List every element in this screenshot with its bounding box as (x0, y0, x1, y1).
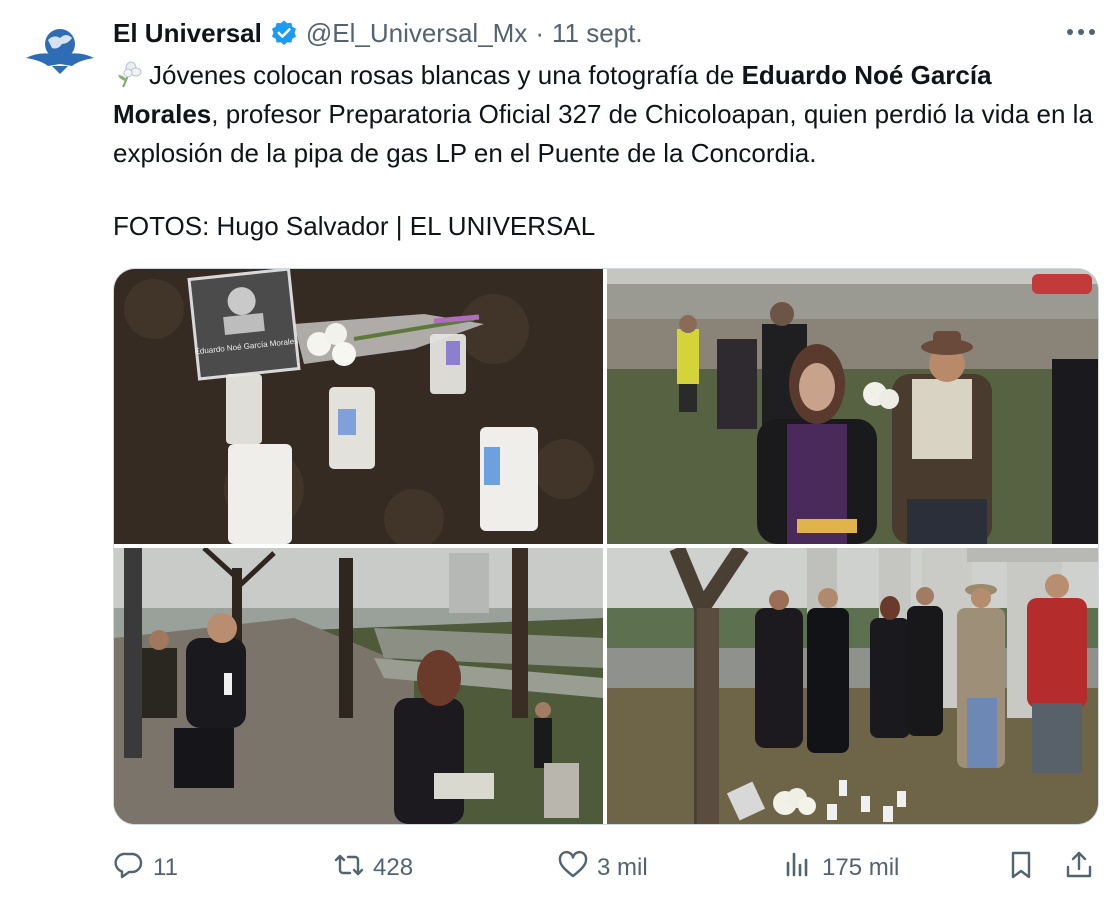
tweet-text-part1: Jóvenes colocan rosas blancas y una foto… (149, 60, 742, 90)
tweet-date[interactable]: 11 sept. (552, 18, 643, 49)
author-handle[interactable]: @El_Universal_Mx (306, 18, 527, 49)
reply-icon (113, 849, 145, 888)
tweet-text: Jóvenes colocan rosas blancas y una foto… (113, 56, 1103, 173)
heart-icon (557, 849, 589, 888)
tweet-card[interactable]: El Universal @El_Universal_Mx · 11 sept. (0, 0, 1120, 913)
share-button[interactable] (1063, 846, 1095, 890)
views-chart-icon (782, 849, 814, 888)
retweet-count: 428 (373, 854, 414, 881)
avatar[interactable] (22, 14, 98, 90)
el-universal-logo-icon (26, 29, 94, 74)
bookmark-button[interactable] (1005, 846, 1037, 890)
share-icon (1063, 849, 1095, 888)
retweet-button[interactable]: 428 (333, 846, 413, 890)
separator-dot: · (535, 17, 544, 48)
reply-button[interactable]: 11 (113, 846, 178, 890)
like-button[interactable]: 3 mil (557, 846, 648, 890)
views-button[interactable]: 175 mil (782, 846, 899, 890)
like-count: 3 mil (597, 854, 648, 881)
tweet-text-part2: , profesor Preparatoria Oficial 327 de C… (113, 99, 1093, 168)
white-flower-emoji-icon (113, 59, 143, 89)
tweet-actions: 11 428 3 mil 175 mil (113, 846, 1097, 890)
verified-badge-icon (270, 19, 298, 47)
photo-mourners-standing[interactable] (607, 269, 1098, 544)
more-icon[interactable] (1064, 18, 1098, 46)
author-name[interactable]: El Universal (113, 18, 262, 49)
tweet-header: El Universal @El_Universal_Mx · 11 sept. (113, 15, 643, 51)
photo-memorial-candles[interactable]: Eduardo Noé García Morales (114, 269, 603, 544)
media-grid: Eduardo Noé García Morales (113, 268, 1099, 825)
photo-slope-walk[interactable] (114, 548, 603, 824)
bookmark-icon (1005, 849, 1037, 888)
retweet-icon (333, 849, 365, 888)
photo-credit: FOTOS: Hugo Salvador | EL UNIVERSAL (113, 211, 596, 241)
photo-group-by-tree[interactable] (607, 548, 1098, 824)
views-count: 175 mil (822, 854, 900, 881)
reply-count: 11 (153, 854, 178, 881)
